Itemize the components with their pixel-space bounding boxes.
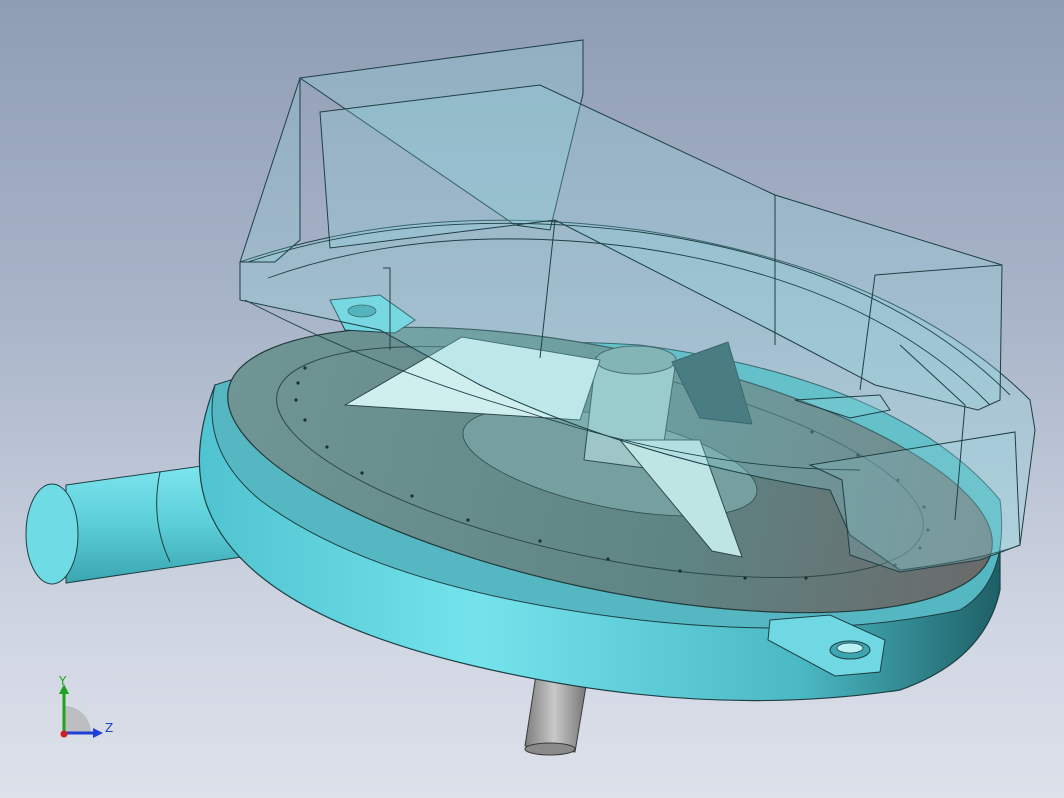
triad-plane-indicator [64,706,91,733]
z-axis-arrow-head [93,728,103,738]
z-axis-label: Z [105,721,113,735]
cad-3d-viewport[interactable]: Y Z [0,0,1064,798]
x-axis-dot [60,730,68,738]
y-axis-label: Y [58,676,67,688]
3d-model-scene[interactable] [0,0,1064,798]
axis-triad: Y Z [58,676,113,738]
